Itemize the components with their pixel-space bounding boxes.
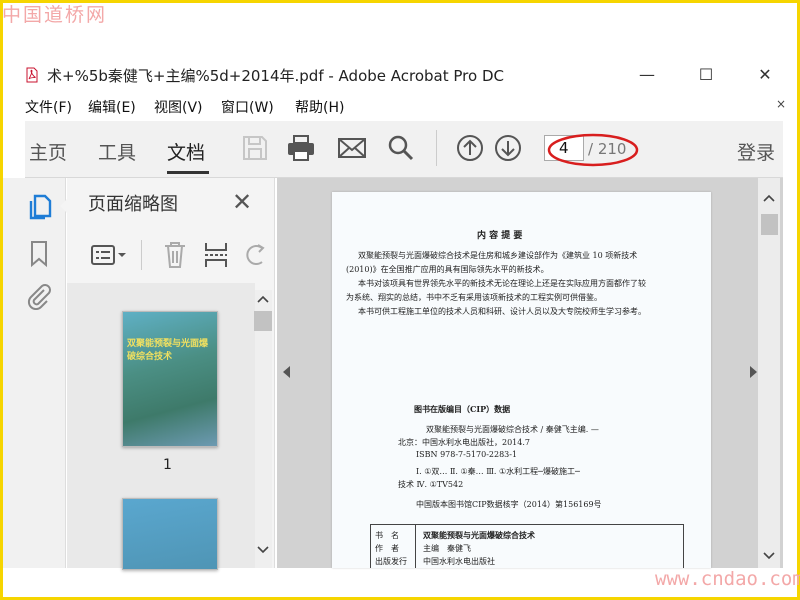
attachment-icon[interactable] xyxy=(26,282,52,310)
window-title: 术+%5b秦健飞+主编%5d+2014年.pdf - Adobe Acrobat… xyxy=(47,67,504,85)
menu-view[interactable]: 视图(V) xyxy=(154,97,203,117)
scroll-down-icon[interactable] xyxy=(257,545,269,555)
menu-file[interactable]: 文件(F) xyxy=(25,97,72,117)
close-window-button[interactable]: ✕ xyxy=(750,62,780,88)
cip-heading: 图书在版编目（CIP）数据 xyxy=(414,404,511,414)
pdf-page: 内 容 提 要 双聚能预裂与光面爆破综合技术是住房和城乡建设部作为《建筑业 10… xyxy=(332,192,711,568)
thumbnails-scroll-thumb[interactable] xyxy=(254,311,272,331)
panel-toolbar-separator xyxy=(141,240,142,270)
thumbnail-cover-title: 双聚能预裂与光面爆破综合技术 xyxy=(127,339,209,362)
cip-line: 中国版本图书馆CIP数据核字（2014）第156169号 xyxy=(416,500,602,509)
table-label: 出版发行 xyxy=(375,557,407,566)
collapse-right-icon[interactable] xyxy=(749,366,757,378)
search-icon[interactable] xyxy=(386,133,416,163)
document-scrollbar[interactable] xyxy=(758,178,780,568)
menu-window[interactable]: 窗口(W) xyxy=(221,97,274,117)
summary-line: 双聚能预裂与光面爆破综合技术是住房和城乡建设部作为《建筑业 10 项新技术 xyxy=(358,251,638,260)
summary-line: (2010)》在全国推广应用的具有国际领先水平的新技术。 xyxy=(346,265,549,274)
toolbar-separator xyxy=(436,130,437,166)
next-page-icon[interactable] xyxy=(493,133,523,163)
tab-home[interactable]: 主页 xyxy=(29,138,67,165)
page-thumbnail-2[interactable] xyxy=(122,498,218,570)
extract-pages-icon[interactable] xyxy=(203,240,229,270)
cip-line: 技术 Ⅳ. ①TV542 xyxy=(398,480,464,489)
menu-close-button[interactable]: × xyxy=(776,97,786,111)
options-menu-icon[interactable] xyxy=(90,242,130,268)
summary-line: 本书对该项具有世界领先水平的新技术无论在理论上还是在实际应用方面都作了较 xyxy=(358,279,646,288)
left-rail xyxy=(3,178,66,568)
page-thumbnails-icon[interactable] xyxy=(27,193,53,221)
thumbnails-scrollbar[interactable] xyxy=(255,290,272,568)
publication-info-table: 书 名 双聚能预裂与光面爆破综合技术 作 者 主编 秦健飞 出版发行 中国水利水… xyxy=(370,524,684,568)
maximize-button[interactable]: ☐ xyxy=(691,62,721,88)
panel-pointer xyxy=(60,196,70,216)
delete-page-icon[interactable] xyxy=(162,240,188,270)
panel-title: 页面缩略图 xyxy=(88,194,178,215)
thumbnail-cover-image xyxy=(123,499,217,569)
previous-page-icon[interactable] xyxy=(455,133,485,163)
tab-document[interactable]: 文档 xyxy=(167,138,205,165)
close-panel-button[interactable]: ✕ xyxy=(232,188,252,216)
cip-line: 北京：中国水利水电出版社，2014.7 xyxy=(398,438,530,447)
login-button[interactable]: 登录 xyxy=(737,138,775,165)
save-icon[interactable] xyxy=(240,133,270,163)
menu-help[interactable]: 帮助(H) xyxy=(295,97,344,117)
table-label: 作 者 xyxy=(375,544,399,553)
menu-edit[interactable]: 编辑(E) xyxy=(88,97,136,117)
doc-scroll-down-icon[interactable] xyxy=(763,551,775,561)
email-icon[interactable] xyxy=(337,133,367,163)
summary-line: 为系统、翔实的总结，书中不乏有采用该项新技术的工程实例可供借鉴。 xyxy=(346,293,602,302)
pdf-file-icon xyxy=(26,67,38,83)
bookmark-icon[interactable] xyxy=(28,240,50,268)
collapse-left-icon[interactable] xyxy=(283,366,291,378)
summary-line: 本书可供工程施工单位的技术人员和科研、设计人员以及大专院校师生学习参考。 xyxy=(358,307,646,316)
thumbnail-cover-image: 双聚能预裂与光面爆破综合技术 xyxy=(123,312,217,446)
table-divider xyxy=(415,525,416,568)
undo-icon[interactable] xyxy=(244,240,266,270)
cip-line: Ⅰ. ①双… Ⅱ. ①秦… Ⅲ. ①水利工程─爆破施工─ xyxy=(416,467,580,476)
doc-scroll-up-icon[interactable] xyxy=(763,193,775,203)
watermark-bottom: www.cndao.com xyxy=(655,568,800,590)
table-value: 中国水利水电出版社 xyxy=(423,557,495,566)
page-heading: 内 容 提 要 xyxy=(477,231,523,241)
watermark-top: 中国道桥网 xyxy=(2,4,108,26)
print-icon[interactable] xyxy=(286,133,316,163)
cip-line: 双聚能预裂与光面爆破综合技术 / 秦健飞主编. — xyxy=(426,425,599,434)
table-label: 书 名 xyxy=(375,531,399,540)
document-scroll-thumb[interactable] xyxy=(761,214,778,235)
tab-tools[interactable]: 工具 xyxy=(98,138,136,165)
cip-line: ISBN 978-7-5170-2283-1 xyxy=(416,450,518,459)
table-value: 双聚能预裂与光面爆破综合技术 xyxy=(423,530,535,540)
table-value: 主编 秦健飞 xyxy=(423,544,471,553)
active-tab-indicator xyxy=(167,171,209,174)
red-annotation-ellipse xyxy=(547,133,639,167)
page-thumbnail-1[interactable]: 双聚能预裂与光面爆破综合技术 xyxy=(122,311,218,447)
scroll-up-icon[interactable] xyxy=(257,294,269,304)
minimize-button[interactable]: — xyxy=(632,62,662,88)
thumbnail-page-number: 1 xyxy=(163,457,172,473)
